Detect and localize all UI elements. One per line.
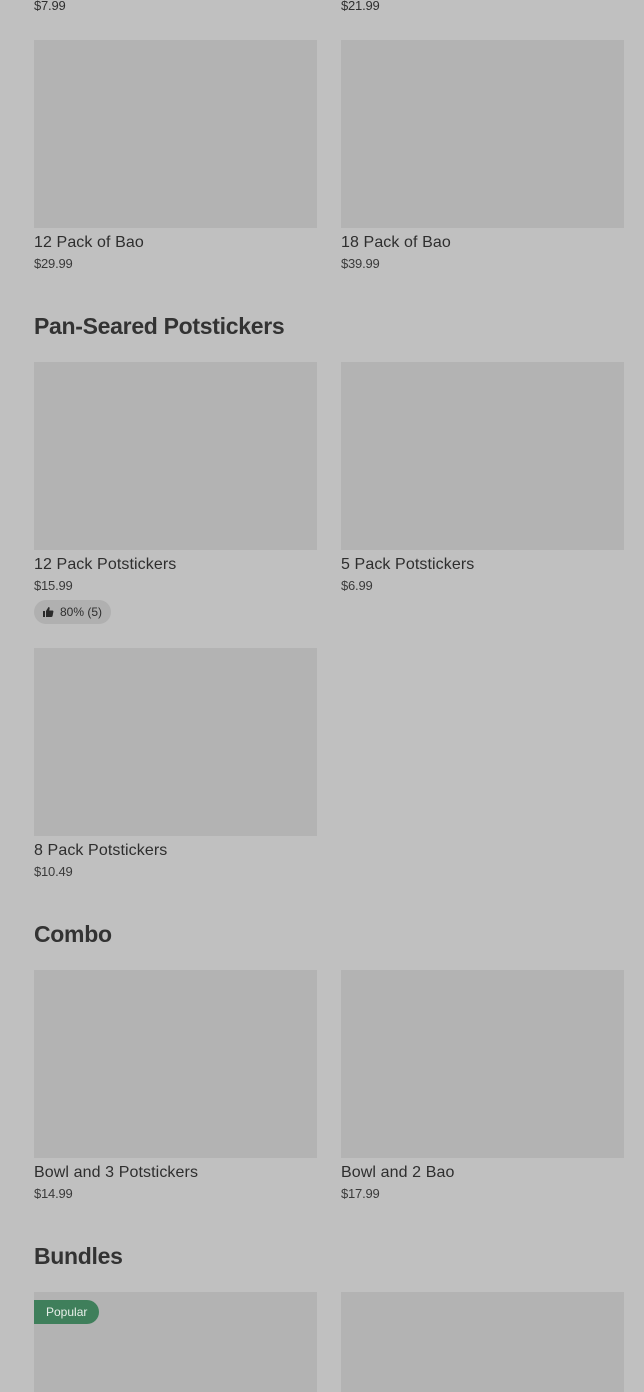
item-name: 12 Pack of Bao: [34, 234, 144, 251]
item-name: 8 Pack Potstickers: [34, 842, 168, 859]
menu-item-card[interactable]: 8 Pack Potstickers $10.49: [34, 648, 317, 880]
item-price: $39.99: [341, 256, 380, 271]
menu-item-card[interactable]: Bowl and 3 Potstickers $14.99: [34, 970, 317, 1202]
menu-item-card[interactable]: Bowl and 2 Bao $17.99: [341, 970, 624, 1202]
item-price: $14.99: [34, 1186, 73, 1201]
item-price: $6.99: [341, 578, 373, 593]
item-image[interactable]: [34, 362, 317, 550]
rating-badge: 80% (5): [34, 600, 112, 624]
item-price: $29.99: [34, 256, 73, 271]
item-price: $10.49: [34, 864, 73, 879]
item-name: 12 Pack Potstickers: [34, 556, 177, 573]
section-title-bundles: Bundles: [34, 1243, 123, 1269]
item-image[interactable]: [34, 40, 317, 228]
item-image[interactable]: [341, 40, 624, 228]
item-image[interactable]: [341, 970, 624, 1158]
item-name: 18 Pack of Bao: [341, 234, 451, 251]
menu-item-card[interactable]: 5 Pack Potstickers $6.99: [341, 362, 624, 594]
section-title-potstickers: Pan-Seared Potstickers: [34, 313, 285, 339]
item-image[interactable]: Popular: [34, 1292, 317, 1392]
item-name: Bowl and 2 Bao: [341, 1164, 455, 1181]
item-image[interactable]: [34, 648, 317, 836]
menu-item-card[interactable]: Popular: [34, 1292, 317, 1392]
menu-item-card[interactable]: 18 Pack of Bao $39.99: [341, 40, 624, 272]
item-image[interactable]: [341, 1292, 624, 1392]
menu-item-card[interactable]: 12 Pack of Bao $29.99: [34, 40, 317, 272]
item-image[interactable]: [34, 970, 317, 1158]
item-price: $15.99: [34, 578, 73, 593]
rating-text: 80% (5): [60, 605, 103, 619]
section-title-combo: Combo: [34, 921, 112, 947]
item-name: Bowl and 3 Potstickers: [34, 1164, 199, 1181]
menu-item-card[interactable]: [341, 1292, 624, 1392]
item-image[interactable]: [341, 362, 624, 550]
item-price: $21.99: [341, 0, 380, 13]
menu-page: $7.99 $21.99 12 Pack of Bao $29.99 18 Pa…: [0, 0, 644, 1392]
item-price: $17.99: [341, 1186, 380, 1201]
thumbs-up-icon: [42, 606, 54, 618]
popular-badge: Popular: [34, 1300, 100, 1324]
item-name: 5 Pack Potstickers: [341, 556, 475, 573]
item-price: $7.99: [34, 0, 66, 13]
menu-item-card[interactable]: 12 Pack Potstickers $15.99 80% (5): [34, 362, 317, 624]
